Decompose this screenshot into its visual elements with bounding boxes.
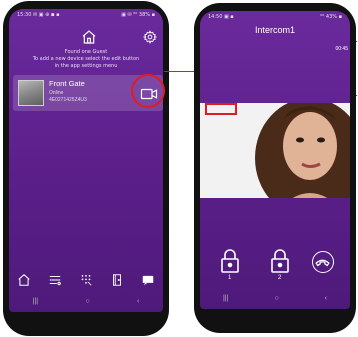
highlight-box [205, 103, 237, 115]
home-icon[interactable] [81, 29, 97, 45]
hint-line-1: To add a new device select the edit butt… [32, 56, 140, 62]
nav-home-icon[interactable] [17, 273, 31, 287]
recents-button-2[interactable]: ||| [223, 295, 228, 302]
status-bar: 15:30 ✉ ▣ ⊕ ◾ ▪ ▣ ✉ ⁰⁰ 38% ▪ [9, 9, 163, 21]
connector-line-horizontal [164, 71, 198, 73]
lock-icon[interactable] [220, 247, 240, 277]
hint-title: Found one Guest [64, 49, 108, 55]
back-button-2[interactable]: ‹ [325, 295, 327, 302]
stage: 15:30 ✉ ▣ ⊕ ◾ ▪ ▣ ✉ ⁰⁰ 38% ▪ Found one G… [0, 0, 358, 337]
back-button[interactable]: ‹ [137, 298, 139, 305]
visitor-image [255, 103, 350, 198]
status-right-2: ⁰⁰ 43% ▪ [320, 14, 342, 20]
device-name: Front Gate [49, 79, 85, 88]
device-thumbnail [18, 80, 44, 106]
nav-keypad-icon[interactable] [79, 273, 93, 287]
hang-up-icon [315, 259, 330, 267]
intercom-screen: 14:50 ▣ ▪ ⁰⁰ 43% ▪ Intercom1 00:45 1 2 |… [200, 11, 350, 309]
phone-device-list: 15:30 ✉ ▣ ⊕ ◾ ▪ ▣ ✉ ⁰⁰ 38% ▪ Found one G… [3, 1, 169, 336]
call-timer: 00:45 [335, 46, 348, 52]
system-nav-bar-2: ||| ○ ‹ [200, 291, 350, 305]
intercom-title: Intercom1 [254, 25, 296, 35]
video-feed [200, 103, 350, 198]
status-left-2: 14:50 ▣ ▪ [208, 14, 234, 20]
home-button[interactable]: ○ [85, 298, 89, 305]
phone-intercom: 14:50 ▣ ▪ ⁰⁰ 43% ▪ Intercom1 00:45 1 2 |… [194, 3, 356, 333]
status-left: 15:30 ✉ ▣ ⊕ ◾ ▪ [17, 12, 60, 18]
device-status: Online [49, 90, 64, 96]
status-bar-2: 14:50 ▣ ▪ ⁰⁰ 43% ▪ [200, 11, 350, 23]
bottom-nav [9, 270, 163, 290]
nav-door-icon[interactable] [110, 273, 124, 287]
device-id: 4E0271425Z4U3 [49, 97, 87, 103]
hang-up-button[interactable] [312, 251, 334, 273]
hint-line-2: in the app settings menu [54, 63, 118, 69]
nav-list-icon[interactable] [48, 273, 62, 287]
lock-1-label: 1 [228, 275, 232, 281]
lock-2-label: 2 [278, 275, 282, 281]
home-button-2[interactable]: ○ [274, 295, 278, 302]
status-right: ▣ ✉ ⁰⁰ 38% ▪ [121, 12, 155, 18]
device-list-screen: 15:30 ✉ ▣ ⊕ ◾ ▪ ▣ ✉ ⁰⁰ 38% ▪ Found one G… [9, 9, 163, 312]
highlight-circle [131, 74, 165, 108]
recents-button[interactable]: ||| [33, 298, 38, 305]
nav-chat-icon[interactable] [141, 273, 155, 287]
gear-icon[interactable] [143, 30, 157, 44]
empty-hint: Found one Guest To add a new device sele… [9, 49, 163, 70]
system-nav-bar: ||| ○ ‹ [9, 294, 163, 308]
lock-icon-2[interactable] [270, 247, 290, 277]
